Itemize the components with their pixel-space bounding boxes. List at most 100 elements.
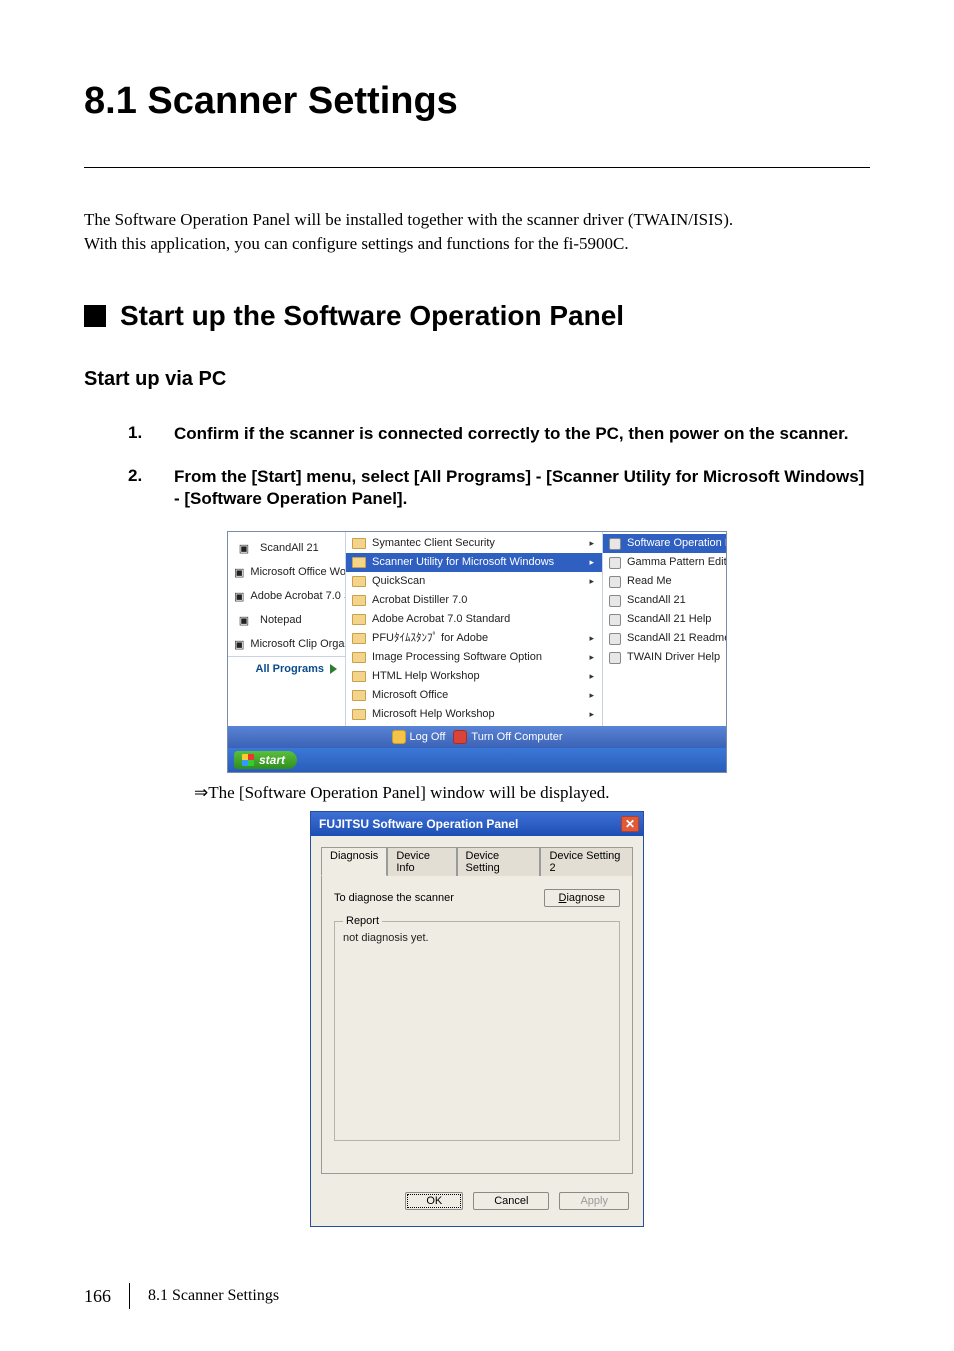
chevron-right-icon: ▸ (589, 669, 594, 684)
square-bullet-icon (84, 305, 106, 327)
result-text: ⇒The [Software Operation Panel] window w… (194, 783, 610, 802)
chevron-right-icon: ▸ (589, 650, 594, 665)
program-menu-item[interactable]: HTML Help Workshop▸ (346, 667, 602, 686)
pinned-label: Microsoft Clip Organ (250, 638, 345, 650)
app-icon: ▣ (234, 612, 254, 628)
program-menu-item[interactable]: Microsoft Help Workshop▸ (346, 705, 602, 724)
log-off-label: Log Off (410, 731, 446, 743)
folder-icon (352, 652, 366, 663)
menu-item-label: Symantec Client Security (372, 536, 495, 551)
app-icon: ▣ (234, 564, 244, 580)
submenu-label: TWAIN Driver Help (627, 650, 720, 665)
folder-icon (352, 576, 366, 587)
submenu-label: Software Operation Panel (627, 536, 726, 551)
close-button[interactable]: ✕ (621, 816, 639, 832)
step-text: From the [Start] menu, select [All Progr… (174, 466, 870, 512)
log-off-button[interactable]: Log Off (392, 730, 446, 744)
pinned-label: ScandAll 21 (260, 542, 319, 554)
app-icon: ▣ (234, 636, 244, 652)
intro-paragraph: The Software Operation Panel will be ins… (84, 208, 870, 256)
menu-item-label: QuickScan (372, 574, 425, 589)
page-title: 8.1 Scanner Settings (84, 80, 870, 123)
program-menu-item[interactable]: Symantec Client Security ▸ (346, 534, 602, 553)
program-menu-item[interactable]: Scanner Utility for Microsoft Windows▸ (346, 553, 602, 572)
start-button[interactable]: start (234, 751, 297, 769)
program-menu-item[interactable]: QuickScan ▸ (346, 572, 602, 591)
dialog-titlebar: FUJITSU Software Operation Panel ✕ (311, 812, 643, 836)
app-icon (609, 633, 621, 645)
submenu-label: ScandAll 21 Help (627, 612, 711, 627)
start-menu-pinned-item[interactable]: ▣ Microsoft Clip Organ (228, 632, 345, 656)
all-programs-item[interactable]: All Programs (228, 656, 345, 681)
ok-button[interactable]: OK (405, 1192, 463, 1210)
app-icon: ▣ (234, 540, 254, 556)
chevron-right-icon: ▸ (589, 631, 594, 646)
footer-crumb: 8.1 Scanner Settings (148, 1287, 279, 1305)
submenu-item[interactable]: Read Me (603, 572, 726, 591)
menu-item-label: Adobe Acrobat 7.0 Standard (372, 612, 510, 627)
subsection-heading: Start up via PC (84, 368, 870, 391)
dialog-tab[interactable]: Device Setting (457, 847, 541, 876)
submenu-item[interactable]: TWAIN Driver Help (603, 648, 726, 667)
dialog-tab[interactable]: Device Setting 2 (540, 847, 633, 876)
start-menu-figure: ▣ScandAll 21▣Microsoft Office Wor▣Adobe … (227, 531, 727, 773)
submenu-label: ScandAll 21 Readme (627, 631, 726, 646)
log-off-icon (392, 730, 406, 744)
tab-panel-diagnosis: To diagnose the scanner Diagnose Report … (321, 874, 633, 1174)
turn-off-label: Turn Off Computer (471, 731, 562, 743)
start-menu-pinned-item[interactable]: ▣ Notepad (228, 608, 345, 632)
section-heading-row: Start up the Software Operation Panel (84, 300, 870, 332)
windows-flag-icon (242, 754, 254, 766)
chevron-right-icon: ▸ (589, 536, 594, 551)
chevron-right-icon: ▸ (589, 688, 594, 703)
folder-icon (352, 595, 366, 606)
apply-button[interactable]: Apply (559, 1192, 629, 1210)
submenu-item[interactable]: Software Operation Panel (603, 534, 726, 553)
program-menu-item[interactable]: Image Processing Software Option ▸ (346, 648, 602, 667)
cancel-button[interactable]: Cancel (473, 1192, 549, 1210)
start-menu-pinned-column: ▣ ScandAll 21 ▣Microsoft Office Wor▣Adobe … (228, 532, 346, 726)
submenu-item[interactable]: Gamma Pattern Editor (603, 553, 726, 572)
start-menu-pinned-item[interactable]: ▣Adobe Acrobat 7.0 S (228, 584, 345, 608)
program-menu-item[interactable]: PFUﾀｲﾑｽﾀﾝﾌﾟ for Adobe ▸ (346, 629, 602, 648)
program-menu-item[interactable]: Acrobat Distiller 7.0 (346, 591, 602, 610)
menu-item-label: Image Processing Software Option (372, 650, 542, 665)
divider (84, 167, 870, 168)
folder-icon (352, 690, 366, 701)
dialog-button-row: OK Cancel Apply (321, 1174, 633, 1218)
start-menu-power-row: Log Off Turn Off Computer (228, 726, 726, 748)
app-icon (609, 557, 621, 569)
chevron-right-icon: ▸ (589, 555, 594, 570)
start-menu-pinned-item[interactable]: ▣Microsoft Office Wor (228, 560, 345, 584)
report-content: not diagnosis yet. (343, 932, 611, 944)
submenu-label: ScandAll 21 (627, 593, 686, 608)
start-menu-pinned-item[interactable]: ▣ ScandAll 21 (228, 536, 345, 560)
page-footer: 166 8.1 Scanner Settings (84, 1283, 279, 1309)
turn-off-button[interactable]: Turn Off Computer (453, 730, 562, 744)
submenu-item[interactable]: ScandAll 21 (603, 591, 726, 610)
app-icon (609, 576, 621, 588)
dialog-tabs: DiagnosisDevice InfoDevice SettingDevice… (321, 846, 633, 875)
program-menu-item[interactable]: Microsoft Office▸ (346, 686, 602, 705)
app-icon (609, 538, 621, 550)
menu-item-label: Acrobat Distiller 7.0 (372, 593, 467, 608)
intro-line2: With this application, you can configure… (84, 234, 629, 253)
section-heading: Start up the Software Operation Panel (120, 300, 624, 332)
menu-item-label: PFUﾀｲﾑｽﾀﾝﾌﾟ for Adobe (372, 631, 488, 646)
app-icon (609, 652, 621, 664)
dialog-tab[interactable]: Diagnosis (321, 847, 387, 876)
diagnose-rest: iagnose (566, 892, 605, 904)
start-menu-programs-column: Symantec Client Security▸Scanner Utility… (346, 532, 602, 726)
program-menu-item[interactable]: Adobe Acrobat 7.0 Standard (346, 610, 602, 629)
dialog-tab[interactable]: Device Info (387, 847, 456, 876)
chevron-right-icon (330, 664, 337, 674)
chevron-right-icon: ▸ (589, 574, 594, 589)
app-icon (609, 614, 621, 626)
folder-icon (352, 538, 366, 549)
submenu-item[interactable]: ScandAll 21 Readme (603, 629, 726, 648)
diagnose-button[interactable]: Diagnose (544, 889, 621, 907)
submenu-item[interactable]: ScandAll 21 Help (603, 610, 726, 629)
step-1: 1. Confirm if the scanner is connected c… (128, 423, 870, 446)
pinned-label: Notepad (260, 614, 302, 626)
footer-separator (129, 1283, 130, 1309)
